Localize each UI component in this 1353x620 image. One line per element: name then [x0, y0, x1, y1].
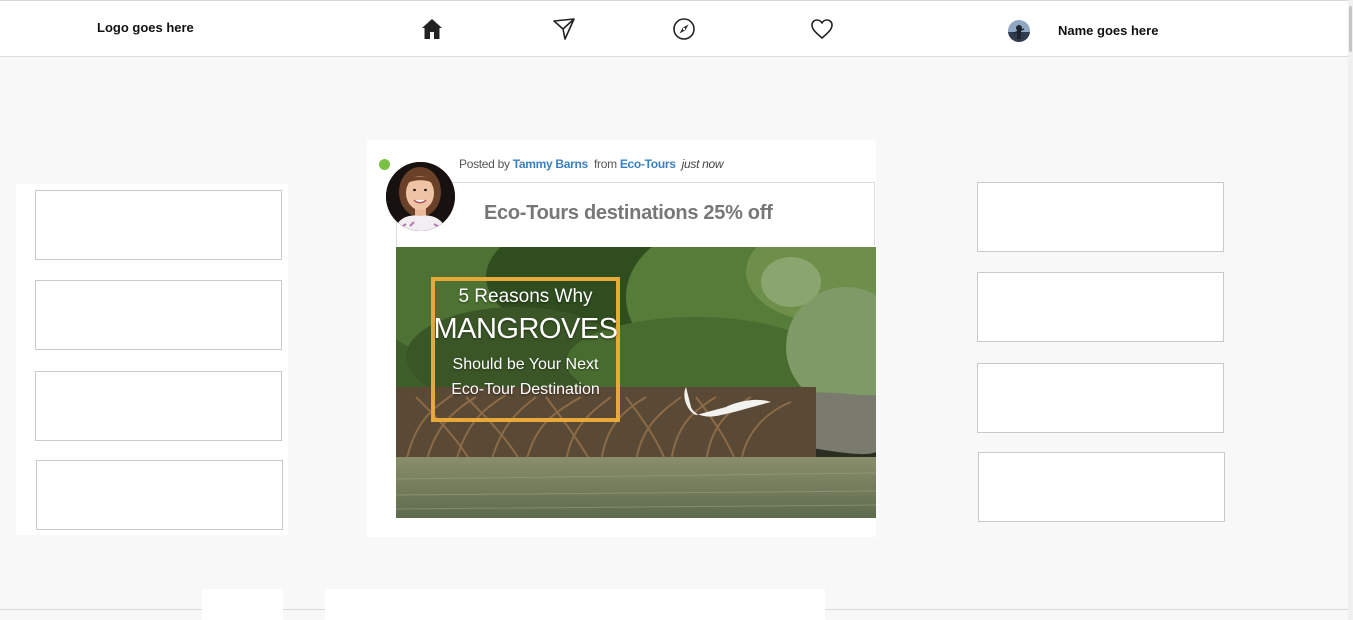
home-icon[interactable] [420, 17, 444, 41]
bottom-panel [325, 589, 825, 620]
profile-name[interactable]: Name goes here [1058, 23, 1158, 38]
image-caption-headline: MANGROVES [433, 313, 618, 345]
author-link[interactable]: Tammy Barns [513, 157, 588, 171]
post-title[interactable]: Eco-Tours destinations 25% off [484, 202, 773, 225]
profile-avatar[interactable] [1008, 20, 1030, 42]
right-placeholder-card[interactable] [977, 363, 1224, 433]
right-placeholder-card[interactable] [978, 452, 1225, 522]
author-avatar[interactable] [386, 162, 455, 231]
from-label: from [593, 157, 617, 171]
group-link[interactable]: Eco-Tours [620, 157, 676, 171]
image-caption-line: Should be Your Next [452, 356, 599, 373]
image-caption-line: Eco-Tour Destination [451, 381, 600, 398]
right-placeholder-card[interactable] [977, 182, 1224, 252]
logo[interactable]: Logo goes here [97, 20, 194, 35]
right-placeholder-card[interactable] [977, 272, 1224, 342]
bottom-panel [202, 589, 283, 620]
top-navigation-bar: Logo goes here Name goes here [0, 0, 1348, 57]
left-placeholder-card[interactable] [35, 280, 282, 350]
left-placeholder-card[interactable] [35, 190, 282, 260]
send-icon[interactable] [552, 17, 576, 41]
heart-icon[interactable] [810, 17, 834, 41]
left-placeholder-card[interactable] [35, 371, 282, 441]
post-timestamp: just now [681, 157, 724, 171]
page-scrollbar[interactable] [1348, 0, 1353, 620]
scrollbar-thumb[interactable] [1349, 6, 1352, 52]
left-placeholder-card[interactable] [36, 460, 283, 530]
image-caption-line: 5 Reasons Why [458, 286, 593, 307]
online-status-indicator [379, 159, 390, 170]
post-meta: Posted by Tammy Barns from Eco-Tours jus… [459, 157, 724, 171]
compass-icon[interactable] [672, 17, 696, 41]
posted-by-label: Posted by [459, 157, 510, 171]
